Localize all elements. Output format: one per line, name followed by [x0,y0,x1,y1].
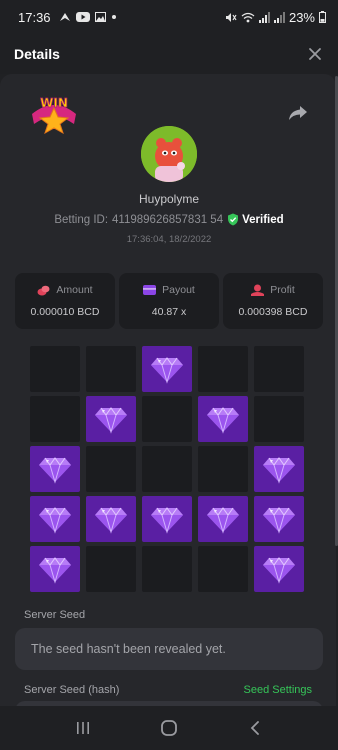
gem-tile [30,496,80,542]
bet-datetime: 17:36:04, 18/2/2022 [126,234,212,245]
empty-tile [30,396,80,442]
battery-icon [319,11,326,23]
empty-tile [142,396,192,442]
gem-tile [30,446,80,492]
share-icon [289,106,307,120]
details-header: Details [0,34,338,74]
card-icon [143,285,157,295]
empty-tile [142,546,192,592]
gem-icon [263,507,295,534]
gem-tile [254,546,304,592]
page-title: Details [14,46,60,62]
empty-tile [198,346,248,392]
betting-id-label: Betting ID: [54,213,109,226]
close-icon [309,48,321,60]
stat-amount-label: Amount [56,284,93,296]
win-badge-text: WIN [40,96,68,110]
home-icon [161,720,177,736]
stat-payout-value: 40.87 x [151,306,187,318]
profit-icon [251,284,265,296]
server-seed-hash-label: Server Seed (hash) [24,684,120,696]
empty-tile [86,546,136,592]
gem-tile [142,496,192,542]
win-badge: WIN [24,90,84,135]
back-button[interactable] [243,716,267,740]
avatar [141,126,197,182]
gem-icon [263,557,295,584]
gem-icon [207,407,239,434]
youtube-icon [75,12,90,22]
seed-settings-link[interactable]: Seed Settings [244,684,313,696]
server-seed-value: The seed hasn't been revealed yet. [31,642,226,656]
recent-apps-icon [77,722,89,734]
gem-icon [39,507,71,534]
gem-tile [86,396,136,442]
empty-tile [254,396,304,442]
mute-icon [225,12,237,22]
signal-icon [258,11,270,23]
gem-tile [198,396,248,442]
empty-tile [86,446,136,492]
gem-tile [86,496,136,542]
stat-amount-value: 0.000010 BCD [30,306,100,318]
betting-id-row: Betting ID: 411989626857831 54 Verified [0,213,336,226]
stat-profit-value: 0.000398 BCD [238,306,308,318]
gem-icon [207,507,239,534]
recent-apps-button[interactable] [71,716,95,740]
close-button[interactable] [306,45,324,63]
gem-tile [254,446,304,492]
share-button[interactable] [288,104,308,122]
betting-id: 411989626857831 54 [112,213,224,226]
stat-profit-label: Profit [270,284,295,296]
dot-icon [111,15,116,19]
empty-tile [198,546,248,592]
gem-icon [95,507,127,534]
empty-tile [86,346,136,392]
stat-payout-label: Payout [162,284,195,296]
stat-payout: Payout 40.87 x [119,273,219,329]
empty-tile [30,346,80,392]
status-time: 17:36 [18,9,51,25]
gem-tile [254,496,304,542]
wifi-icon [241,12,255,22]
status-bar: 17:36 23% [0,0,338,34]
gem-tile [142,346,192,392]
gem-tile [30,546,80,592]
battery-percent: 23% [288,9,315,25]
home-button[interactable] [157,716,181,740]
gem-icon [95,407,127,434]
gem-icon [263,457,295,484]
empty-tile [198,446,248,492]
gallery-icon [94,12,106,22]
back-icon [250,721,259,735]
server-seed-field: The seed hasn't been revealed yet. [15,628,323,670]
gem-icon [39,457,71,484]
gem-icon [151,507,183,534]
signal-icon [273,11,285,23]
stat-amount: Amount 0.000010 BCD [15,273,115,329]
empty-tile [254,346,304,392]
shield-check-icon [228,213,239,226]
win-star-icon: WIN [32,96,76,135]
stats-row: Amount 0.000010 BCD Payout 40.87 x Profi… [15,273,323,329]
navigation-icon [59,13,70,21]
avatar-character-icon [141,126,197,182]
mines-grid [30,346,306,594]
coins-icon [37,285,50,295]
stat-profit: Profit 0.000398 BCD [223,273,323,329]
details-panel: WIN Huypolyme Betting ID: 41198962685783… [0,74,336,706]
server-seed-label: Server Seed [24,609,86,621]
username: Huypolyme [138,192,200,206]
verified-badge: Verified [227,213,284,226]
gem-tile [198,496,248,542]
empty-tile [142,446,192,492]
gem-icon [39,557,71,584]
verified-label: Verified [242,213,284,226]
system-nav-bar [0,706,338,750]
gem-icon [151,357,183,384]
